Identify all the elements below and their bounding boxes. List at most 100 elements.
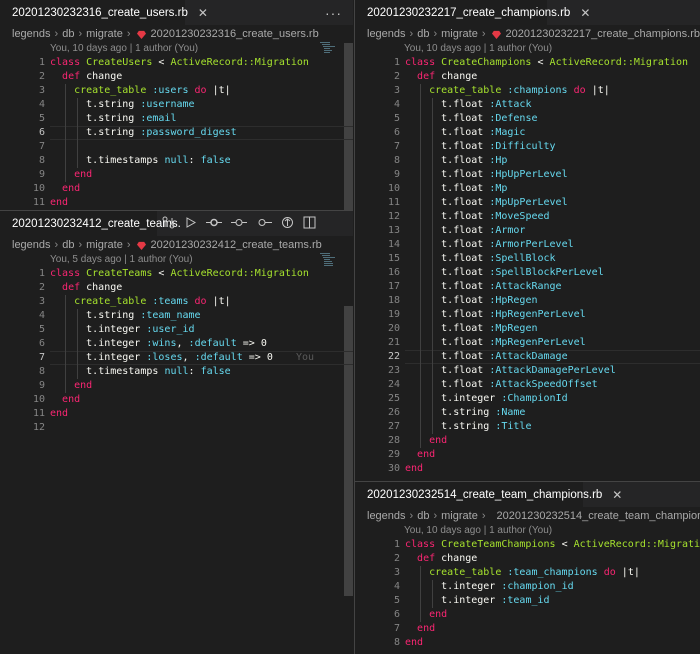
code-line[interactable]: t.float :MpRegen: [405, 322, 537, 336]
line-number: 8: [393, 155, 400, 166]
code-line[interactable]: end: [50, 379, 92, 393]
code-line[interactable]: t.string :Name: [405, 406, 525, 420]
code-line[interactable]: def change: [50, 281, 122, 295]
close-icon[interactable]: ✕: [198, 6, 208, 20]
code-line[interactable]: class CreateUsers < ActiveRecord::Migrat…: [50, 56, 309, 70]
code-line[interactable]: create_table :users do |t|: [50, 84, 231, 98]
code-line[interactable]: t.float :ArmorPerLevel: [405, 238, 574, 252]
codelens-blame[interactable]: You, 10 days ago | 1 author (You): [404, 43, 552, 54]
line-number: 4: [38, 310, 45, 321]
codelens-blame[interactable]: You, 10 days ago | 1 author (You): [404, 525, 552, 536]
code-line[interactable]: end: [50, 182, 80, 196]
close-icon[interactable]: ✕: [612, 488, 622, 502]
code-line[interactable]: end: [405, 448, 435, 462]
code-line[interactable]: t.float :MoveSpeed: [405, 210, 549, 224]
codelens-blame[interactable]: You, 5 days ago | 1 author (You): [50, 254, 193, 265]
code-line[interactable]: t.float :Defense: [405, 112, 537, 126]
more-actions-icon[interactable]: ···: [325, 5, 342, 21]
code-line[interactable]: t.float :Difficulty: [405, 140, 555, 154]
tab-create-users[interactable]: 20201230232316_create_users.rb ✕: [0, 0, 208, 25]
breadcrumb-item[interactable]: db: [62, 239, 74, 251]
code-line[interactable]: end: [50, 168, 92, 182]
breadcrumb-item[interactable]: legends: [367, 28, 406, 40]
code-line[interactable]: end: [405, 434, 447, 448]
breadcrumb-item[interactable]: 20201230232412_create_teams.rb: [151, 239, 322, 251]
code-line[interactable]: create_table :teams do |t|: [50, 295, 231, 309]
code-line[interactable]: end: [405, 636, 423, 650]
code-line[interactable]: t.float :Attack: [405, 98, 531, 112]
git-previous-icon[interactable]: [231, 216, 247, 229]
line-number: 12: [32, 422, 45, 433]
code-line[interactable]: t.float :HpUpPerLevel: [405, 168, 567, 182]
code-area[interactable]: 1 class CreateUsers < ActiveRecord::Migra…: [0, 56, 353, 210]
breadcrumb-item[interactable]: legends: [12, 28, 51, 40]
code-line[interactable]: t.integer :loses, :default => 0: [50, 351, 273, 365]
breadcrumb-item[interactable]: 20201230232514_create_team_champions.rb: [497, 510, 700, 522]
code-line[interactable]: t.string :Title: [405, 420, 531, 434]
code-line[interactable]: class CreateTeamChampions < ActiveRecord…: [405, 538, 700, 552]
code-line[interactable]: t.float :Magic: [405, 126, 525, 140]
breadcrumb-item[interactable]: db: [417, 510, 429, 522]
code-line[interactable]: end: [405, 622, 435, 636]
breadcrumb-item[interactable]: legends: [12, 239, 51, 251]
code-line[interactable]: end: [405, 462, 423, 476]
code-line[interactable]: t.string :username: [50, 98, 194, 112]
code-area[interactable]: 1 class CreateTeams < ActiveRecord::Migra…: [0, 267, 353, 435]
code-line[interactable]: def change: [405, 70, 477, 84]
git-next-icon[interactable]: [256, 216, 272, 229]
code-line[interactable]: end: [405, 608, 447, 622]
code-line[interactable]: t.float :AttackDamage: [405, 350, 567, 364]
tab-create-champions[interactable]: 20201230232217_create_champions.rb ✕: [355, 0, 590, 25]
code-line[interactable]: t.float :AttackRange: [405, 280, 561, 294]
code-line[interactable]: t.float :AttackDamagePerLevel: [405, 364, 616, 378]
line-number: 6: [393, 127, 400, 138]
code-line[interactable]: t.float :SpellBlock: [405, 252, 555, 266]
compare-changes-icon[interactable]: [162, 216, 175, 229]
breadcrumb-item[interactable]: db: [62, 28, 74, 40]
code-line[interactable]: t.integer :wins, :default => 0: [50, 337, 267, 351]
code-line[interactable]: end: [50, 196, 68, 210]
breadcrumb-item[interactable]: migrate: [86, 239, 123, 251]
line-number: 10: [32, 394, 45, 405]
code-line[interactable]: create_table :team_champions do |t|: [405, 566, 640, 580]
code-line[interactable]: t.float :Armor: [405, 224, 525, 238]
line-number: 3: [393, 567, 400, 578]
code-line[interactable]: t.integer :team_id: [405, 594, 549, 608]
line-number: 20: [387, 323, 400, 334]
code-line[interactable]: t.integer :user_id: [50, 323, 194, 337]
code-line[interactable]: t.float :SpellBlockPerLevel: [405, 266, 604, 280]
breadcrumb-item[interactable]: migrate: [86, 28, 123, 40]
code-area[interactable]: 1 class CreateChampions < ActiveRecord::M…: [355, 56, 700, 476]
run-icon[interactable]: [184, 216, 197, 229]
split-editor-icon[interactable]: [303, 216, 316, 229]
code-line[interactable]: class CreateChampions < ActiveRecord::Mi…: [405, 56, 688, 70]
breadcrumb-item[interactable]: 20201230232316_create_users.rb: [151, 28, 319, 40]
code-line[interactable]: t.float :MpUpPerLevel: [405, 196, 567, 210]
code-line[interactable]: create_table :champions do |t|: [405, 84, 610, 98]
git-commit-icon[interactable]: [206, 216, 222, 229]
tab-create-team-champions[interactable]: 20201230232514_create_team_champions.rb …: [355, 482, 622, 507]
code-line[interactable]: t.string :email: [50, 112, 176, 126]
indent-guide: [432, 98, 434, 434]
code-line[interactable]: t.float :AttackSpeedOffset: [405, 378, 598, 392]
code-area[interactable]: 1 class CreateTeamChampions < ActiveRecor…: [355, 538, 700, 650]
breadcrumb-item[interactable]: migrate: [441, 28, 478, 40]
git-lens-icon[interactable]: [281, 216, 294, 229]
code-line[interactable]: end: [50, 407, 68, 421]
tab-create-teams[interactable]: 20201230232412_create_teams.: [0, 211, 181, 236]
close-icon[interactable]: ✕: [580, 6, 590, 20]
code-line[interactable]: t.float :HpRegen: [405, 294, 537, 308]
breadcrumb-item[interactable]: 20201230232217_create_champions.rb: [506, 28, 700, 40]
code-line[interactable]: t.string :team_name: [50, 309, 200, 323]
breadcrumb-item[interactable]: migrate: [441, 510, 478, 522]
codelens-blame[interactable]: You, 10 days ago | 1 author (You): [50, 43, 198, 54]
breadcrumb-item[interactable]: legends: [367, 510, 406, 522]
code-line[interactable]: def change: [50, 70, 122, 84]
code-line[interactable]: t.integer :champion_id: [405, 580, 574, 594]
breadcrumb-item[interactable]: db: [417, 28, 429, 40]
line-number: 3: [393, 85, 400, 96]
code-line[interactable]: def change: [405, 552, 477, 566]
code-line[interactable]: end: [50, 393, 80, 407]
code-line[interactable]: class CreateTeams < ActiveRecord::Migrat…: [50, 267, 309, 281]
code-line[interactable]: t.integer :ChampionId: [405, 392, 567, 406]
